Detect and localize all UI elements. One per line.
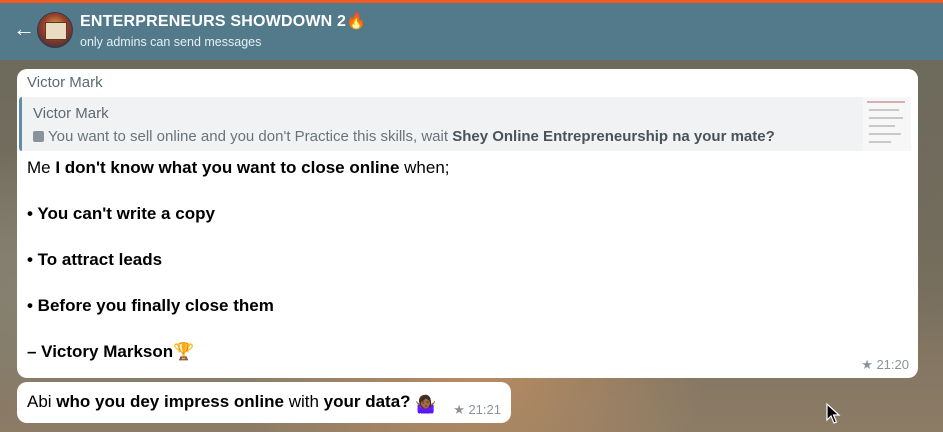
message-line: • You can't write a copy: [27, 204, 215, 223]
group-avatar[interactable]: [37, 12, 73, 48]
mouse-cursor-icon: [826, 403, 841, 424]
message-line: Me I don't know what you want to close o…: [27, 158, 450, 177]
message-bubble[interactable]: Abi who you dey impress online with your…: [17, 382, 511, 423]
sender-name[interactable]: Victor Mark: [27, 74, 103, 91]
message-signature: – Victory Markson🏆: [27, 342, 195, 361]
message-timestamp: ★ 21:21: [453, 402, 501, 417]
arrow-left-icon[interactable]: ←: [13, 18, 35, 40]
group-title[interactable]: ENTERPRENEURS SHOWDOWN 2🔥: [80, 11, 366, 31]
image-icon: [33, 131, 44, 142]
reply-sender-name: Victor Mark: [33, 105, 109, 122]
message-timestamp: ★ 21:20: [861, 357, 909, 372]
chat-header: ← ENTERPRENEURS SHOWDOWN 2🔥 only admins …: [0, 3, 943, 60]
reply-thumbnail: [863, 97, 911, 151]
reply-preview[interactable]: Victor Mark You want to sell online and …: [19, 97, 865, 151]
group-subtitle: only admins can send messages: [80, 35, 262, 49]
message-text: Abi who you dey impress online with your…: [27, 392, 437, 414]
shrug-emoji: 🤷🏾‍♀️: [415, 395, 437, 414]
message-line: • Before you finally close them: [27, 296, 274, 315]
message-bubble[interactable]: Victor Mark Victor Mark You want to sell…: [17, 69, 918, 378]
reply-text: You want to sell online and you don't Pr…: [33, 128, 775, 145]
message-line: • To attract leads: [27, 250, 163, 269]
